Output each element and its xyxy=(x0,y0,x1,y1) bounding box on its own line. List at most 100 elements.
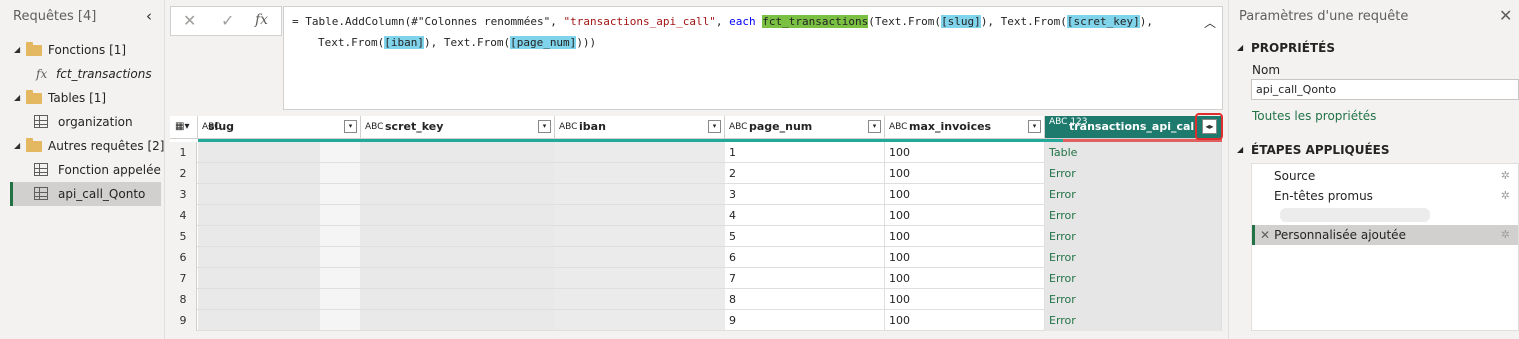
col-header-max-invoices[interactable]: ABC max_invoices ▾ xyxy=(885,116,1045,139)
step-custom-added[interactable]: ✕ Personnalisée ajoutée ✲ xyxy=(1252,225,1518,245)
step-source[interactable]: Source ✲ xyxy=(1252,166,1518,186)
query-name-field[interactable]: api_call_Qonto xyxy=(1251,79,1519,100)
section-header: ÉTAPES APPLIQUÉES xyxy=(1251,143,1390,157)
commit-icon[interactable]: ✓ xyxy=(221,11,234,30)
formula-bar[interactable]: = Table.AddColumn(#"Colonnes renommées",… xyxy=(283,6,1223,110)
queries-pane: Requêtes [4] ‹ ◢ Fonctions [1] fx fct_tr… xyxy=(0,0,165,339)
gear-icon[interactable]: ✲ xyxy=(1501,225,1510,245)
cell-max-invoices[interactable]: 100 xyxy=(885,226,1045,247)
data-grid: ▦▾ ABC slug ▾ ABC scret_key ▾ ABC iban ▾… xyxy=(170,116,1222,331)
col-header-slug[interactable]: ABC slug ▾ xyxy=(198,116,361,139)
query-api-call-qonto[interactable]: api_call_Qonto xyxy=(10,182,161,206)
close-icon[interactable]: ✕ xyxy=(1499,6,1512,25)
cell-page-num[interactable]: 9 xyxy=(725,310,885,331)
table-row: 4 4 100 Error xyxy=(170,205,1222,226)
queries-title: Requêtes [4] xyxy=(13,9,97,24)
col-header-page-num[interactable]: ABC page_num ▾ xyxy=(725,116,885,139)
table-menu-icon[interactable]: ▦▾ xyxy=(170,116,198,139)
cell-max-invoices[interactable]: 100 xyxy=(885,310,1045,331)
formula-line-1: = Table.AddColumn(#"Colonnes renommées",… xyxy=(292,15,1154,28)
cell-page-num[interactable]: 3 xyxy=(725,184,885,205)
step-promoted-headers[interactable]: En-têtes promus ✲ xyxy=(1252,186,1518,206)
col-header-scret-key[interactable]: ABC scret_key ▾ xyxy=(361,116,555,139)
folder-icon xyxy=(26,90,42,104)
cancel-icon[interactable]: ✕ xyxy=(183,11,196,30)
query-organization[interactable]: organization xyxy=(34,110,164,134)
gear-icon[interactable]: ✲ xyxy=(1501,166,1510,186)
table-row: 5 5 100 Error xyxy=(170,226,1222,247)
cell-max-invoices[interactable]: 100 xyxy=(885,268,1045,289)
expanded-triangle-icon: ◢ xyxy=(14,93,21,102)
cell-error[interactable]: Error xyxy=(1045,205,1222,226)
type-text-icon: ABC xyxy=(889,122,908,132)
highlight-frame xyxy=(1195,113,1223,140)
expanded-triangle-icon: ◢ xyxy=(1237,145,1244,154)
filter-dropdown-icon[interactable]: ▾ xyxy=(868,120,881,133)
properties-section[interactable]: ◢ PROPRIÉTÉS xyxy=(1237,41,1437,57)
row-number: 2 xyxy=(170,163,197,184)
cell-page-num[interactable]: 4 xyxy=(725,205,885,226)
cell-error[interactable]: Error xyxy=(1045,184,1222,205)
chevron-up-icon[interactable]: ︿ xyxy=(1204,13,1216,34)
step-label: Source xyxy=(1274,169,1316,183)
cell-max-invoices[interactable]: 100 xyxy=(885,184,1045,205)
cell-max-invoices[interactable]: 100 xyxy=(885,289,1045,310)
folder-tables[interactable]: ◢ Tables [1] xyxy=(14,86,164,110)
type-text-icon: ABC xyxy=(365,122,384,132)
cell-error[interactable]: Error xyxy=(1045,247,1222,268)
table-icon xyxy=(34,163,48,176)
cell-table-link[interactable]: Table xyxy=(1045,142,1222,163)
row-number: 9 xyxy=(170,310,197,331)
folder-icon xyxy=(26,42,42,56)
expanded-triangle-icon: ◢ xyxy=(14,45,21,54)
cell-page-num[interactable]: 2 xyxy=(725,163,885,184)
collapse-pane-icon[interactable]: ‹ xyxy=(146,7,152,25)
table-row: 2 2 100 Error xyxy=(170,163,1222,184)
redacted-step xyxy=(1280,208,1430,222)
folder-label: Autres requêtes [2] xyxy=(48,139,165,153)
cell-error[interactable]: Error xyxy=(1045,289,1222,310)
cell-max-invoices[interactable]: 100 xyxy=(885,142,1045,163)
col-header-iban[interactable]: ABC iban ▾ xyxy=(555,116,725,139)
filter-dropdown-icon[interactable]: ▾ xyxy=(1028,120,1041,133)
editor-area: ✕ ✓ fx = Table.AddColumn(#"Colonnes reno… xyxy=(166,0,1226,339)
table-row: 6 6 100 Error xyxy=(170,247,1222,268)
folder-other-queries[interactable]: ◢ Autres requêtes [2] xyxy=(14,134,164,158)
row-number: 5 xyxy=(170,226,197,247)
fn-highlight: fct_transactions xyxy=(762,15,869,28)
query-fct-transactions[interactable]: fx fct_transactions xyxy=(34,62,164,86)
cell-error[interactable]: Error xyxy=(1045,268,1222,289)
filter-dropdown-icon[interactable]: ▾ xyxy=(344,120,357,133)
cell-page-num[interactable]: 1 xyxy=(725,142,885,163)
fx-icon[interactable]: fx xyxy=(255,12,268,28)
folder-icon xyxy=(26,138,42,152)
applied-steps-section[interactable]: ◢ ÉTAPES APPLIQUÉES xyxy=(1237,143,1437,159)
cell-page-num[interactable]: 8 xyxy=(725,289,885,310)
cell-page-num[interactable]: 6 xyxy=(725,247,885,268)
filter-dropdown-icon[interactable]: ▾ xyxy=(708,120,721,133)
formula-buttons: ✕ ✓ fx xyxy=(170,6,282,36)
row-number: 3 xyxy=(170,184,197,205)
cell-max-invoices[interactable]: 100 xyxy=(885,247,1045,268)
query-fonction-appelee[interactable]: Fonction appelée xyxy=(34,158,164,182)
cell-max-invoices[interactable]: 100 xyxy=(885,163,1045,184)
filter-dropdown-icon[interactable]: ▾ xyxy=(538,120,551,133)
cell-error[interactable]: Error xyxy=(1045,226,1222,247)
gear-icon[interactable]: ✲ xyxy=(1501,186,1510,206)
cell-page-num[interactable]: 5 xyxy=(725,226,885,247)
expanded-triangle-icon: ◢ xyxy=(14,141,21,150)
folder-functions[interactable]: ◢ Fonctions [1] xyxy=(14,38,164,62)
step-label: Personnalisée ajoutée xyxy=(1274,228,1406,242)
all-properties-link[interactable]: Toutes les propriétés xyxy=(1252,109,1376,123)
settings-title: Paramètres d'une requête xyxy=(1239,9,1409,24)
type-text-icon: ABC xyxy=(559,122,578,132)
cell-page-num[interactable]: 7 xyxy=(725,268,885,289)
delete-step-icon[interactable]: ✕ xyxy=(1260,228,1270,242)
cell-error[interactable]: Error xyxy=(1045,163,1222,184)
cell-error[interactable]: Error xyxy=(1045,310,1222,331)
section-header: PROPRIÉTÉS xyxy=(1251,41,1335,55)
cell-max-invoices[interactable]: 100 xyxy=(885,205,1045,226)
table-row: 8 8 100 Error xyxy=(170,289,1222,310)
table-row: 3 3 100 Error xyxy=(170,184,1222,205)
query-label: api_call_Qonto xyxy=(58,187,146,201)
